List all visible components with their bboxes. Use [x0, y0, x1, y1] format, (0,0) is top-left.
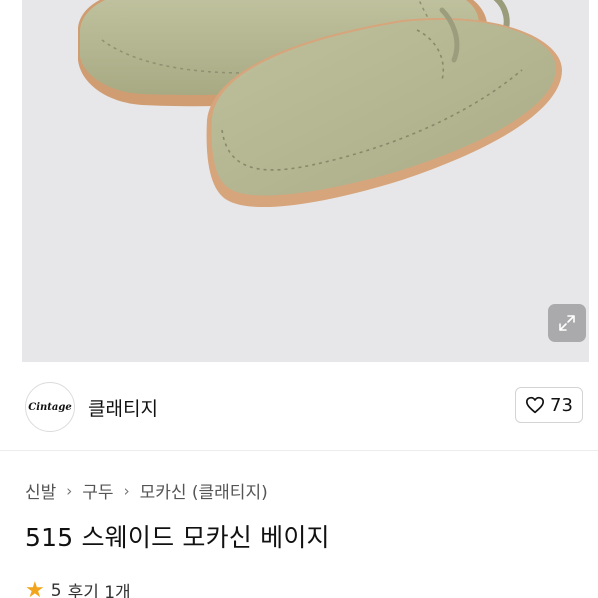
moccasin-illustration — [78, 0, 562, 208]
rating-score: 5 — [50, 580, 62, 598]
product-page: Cintage 클래티지 73 신발 › 구두 › 모카신 (클래티지) 515… — [0, 0, 598, 598]
chevron-right-icon: › — [123, 481, 130, 500]
rating-row[interactable]: ★ 5 후기 1개 — [25, 578, 131, 598]
expand-icon — [559, 315, 575, 331]
like-button[interactable]: 73 — [515, 387, 583, 423]
breadcrumb-item-shoes[interactable]: 신발 — [25, 478, 56, 503]
star-icon: ★ — [25, 577, 45, 598]
product-photo[interactable] — [22, 0, 589, 362]
shop-info-row: Cintage 클래티지 73 — [0, 362, 598, 451]
breadcrumb: 신발 › 구두 › 모카신 (클래티지) — [25, 478, 268, 504]
like-count: 73 — [550, 394, 573, 416]
chevron-right-icon: › — [66, 481, 73, 500]
product-image-area — [0, 0, 598, 362]
product-title: 515 스웨이드 모카신 베이지 — [25, 523, 330, 552]
shop-name[interactable]: 클래티지 — [88, 394, 158, 421]
shop-logo[interactable]: Cintage — [25, 382, 75, 432]
review-count: 후기 1개 — [67, 583, 131, 598]
breadcrumb-item-moccasin[interactable]: 모카신 (클래티지) — [140, 478, 268, 503]
shop-logo-text: Cintage — [28, 401, 72, 413]
expand-image-button[interactable] — [548, 304, 586, 342]
breadcrumb-item-dress-shoes[interactable]: 구두 — [82, 478, 113, 503]
heart-icon — [526, 396, 545, 414]
